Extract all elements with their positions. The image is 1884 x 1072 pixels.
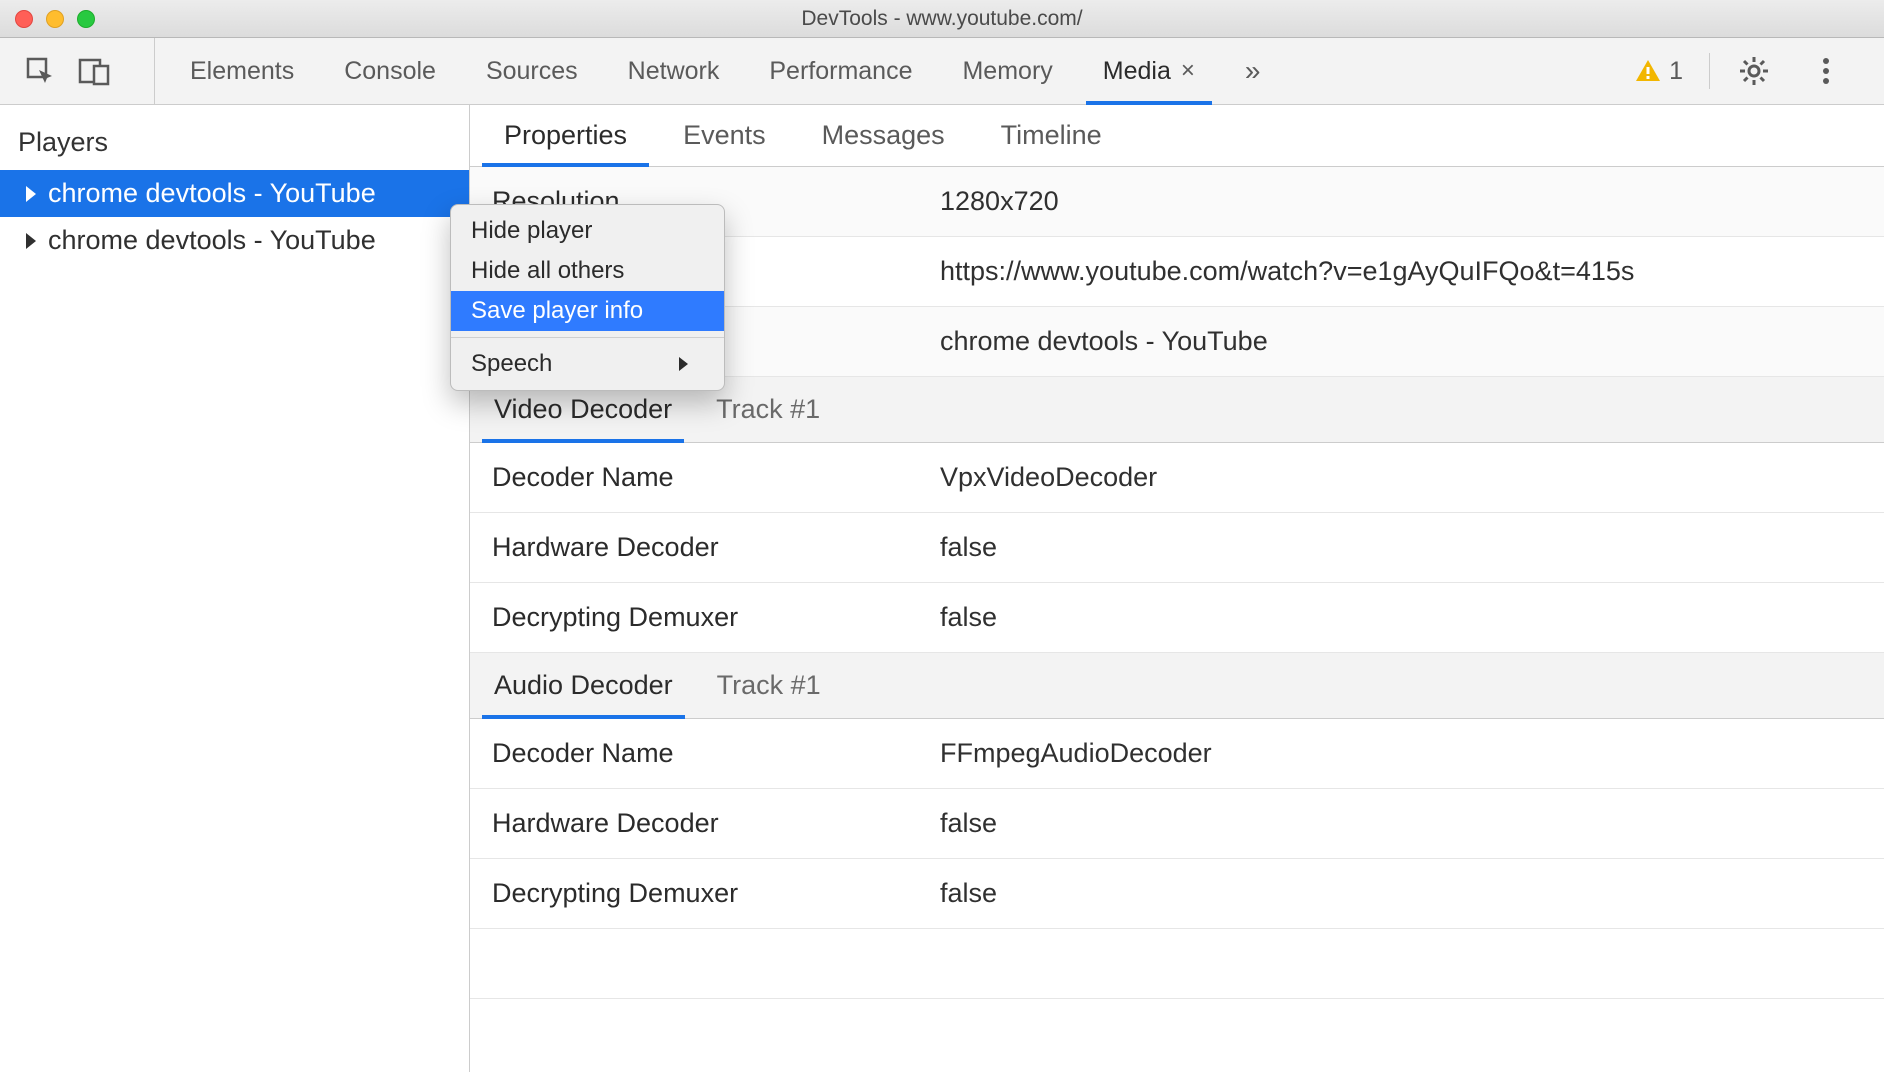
tab-label: Media [1103,57,1171,86]
gear-icon [1739,56,1769,86]
kebab-icon [1823,58,1829,84]
subtab-label: Messages [822,120,945,151]
tab-label: Performance [769,57,912,86]
window-zoom-button[interactable] [77,10,95,28]
media-subtabs: Properties Events Messages Timeline [470,105,1884,167]
context-menu-label: Hide player [471,217,592,245]
property-key: Decoder Name [470,738,940,769]
tab-label: Network [628,57,720,86]
property-value: false [940,808,1884,839]
tab-label: Sources [486,57,578,86]
context-menu: Hide player Hide all others Save player … [450,204,725,391]
property-row: Decoder Name FFmpegAudioDecoder [470,719,1884,789]
tab-label: Memory [962,57,1052,86]
warning-icon [1635,58,1661,84]
property-key: Decrypting Demuxer [470,878,940,909]
context-menu-speech[interactable]: Speech [451,344,724,384]
tab-memory[interactable]: Memory [937,38,1077,104]
property-value: chrome devtools - YouTube [940,326,1884,357]
property-row: Decrypting Demuxer false [470,859,1884,929]
property-value: false [940,878,1884,909]
subtab-label: Timeline [1001,120,1102,151]
window-controls [15,10,95,28]
context-menu-label: Hide all others [471,257,624,285]
settings-button[interactable] [1736,53,1772,89]
subtab-messages[interactable]: Messages [794,105,973,166]
property-value: https://www.youtube.com/watch?v=e1gAyQuI… [940,256,1884,287]
tab-elements[interactable]: Elements [165,38,319,104]
subtab-properties[interactable]: Properties [476,105,655,166]
toolbar-right-group: 1 [1635,53,1884,89]
property-key: Hardware Decoder [470,532,940,563]
property-row: Hardware Decoder false [470,513,1884,583]
section-audio-decoder: Audio Decoder Track #1 [470,653,1884,719]
more-options-button[interactable] [1808,53,1844,89]
subtab-label: Events [683,120,766,151]
window-minimize-button[interactable] [46,10,64,28]
section-track: Track #1 [717,670,821,701]
context-menu-separator [451,337,724,338]
tab-label: Console [344,57,436,86]
device-toolbar-icon[interactable] [76,53,112,89]
panel-tabs: Elements Console Sources Network Perform… [165,38,1283,104]
context-menu-hide-player[interactable]: Hide player [451,211,724,251]
player-item[interactable]: chrome devtools - YouTube [0,217,469,264]
property-value: false [940,602,1884,633]
subtab-label: Properties [504,120,627,151]
chevron-double-right-icon: » [1245,55,1259,87]
subtab-events[interactable]: Events [655,105,794,166]
more-tabs-button[interactable]: » [1220,38,1284,104]
property-value: 1280x720 [940,186,1884,217]
tab-performance[interactable]: Performance [744,38,937,104]
warning-count: 1 [1669,57,1683,86]
tab-media[interactable]: Media × [1078,38,1220,104]
player-item-label: chrome devtools - YouTube [48,225,376,256]
toolbar-left-group [0,38,155,104]
tab-sources[interactable]: Sources [461,38,603,104]
subtab-timeline[interactable]: Timeline [973,105,1130,166]
property-row: Decoder Name VpxVideoDecoder [470,443,1884,513]
property-key: Decoder Name [470,462,940,493]
property-value: FFmpegAudioDecoder [940,738,1884,769]
section-title[interactable]: Audio Decoder [478,653,689,718]
property-row: Decrypting Demuxer false [470,583,1884,653]
separator [1709,53,1710,89]
close-tab-icon[interactable]: × [1181,57,1195,85]
tab-network[interactable]: Network [603,38,745,104]
window-close-button[interactable] [15,10,33,28]
context-menu-hide-all-others[interactable]: Hide all others [451,251,724,291]
context-menu-save-player-info[interactable]: Save player info [451,291,724,331]
disclosure-triangle-icon [26,233,36,249]
players-sidebar: Players chrome devtools - YouTube chrome… [0,105,470,1072]
tab-console[interactable]: Console [319,38,461,104]
devtools-toolbar: Elements Console Sources Network Perform… [0,38,1884,105]
player-item[interactable]: chrome devtools - YouTube [0,170,469,217]
section-track: Track #1 [716,394,820,425]
chevron-right-icon [679,357,688,371]
inspect-element-icon[interactable] [22,53,58,89]
property-key: Decrypting Demuxer [470,602,940,633]
property-value: false [940,532,1884,563]
tab-label: Elements [190,57,294,86]
window-titlebar: DevTools - www.youtube.com/ [0,0,1884,38]
property-row-empty [470,929,1884,999]
player-item-label: chrome devtools - YouTube [48,178,376,209]
warning-badge[interactable]: 1 [1635,57,1683,86]
context-menu-label: Save player info [471,297,643,325]
property-row: Hardware Decoder false [470,789,1884,859]
window-title: DevTools - www.youtube.com/ [0,7,1884,31]
property-value: VpxVideoDecoder [940,462,1884,493]
panel-body: Players chrome devtools - YouTube chrome… [0,105,1884,1072]
context-menu-label: Speech [471,350,552,378]
sidebar-header: Players [0,105,469,170]
disclosure-triangle-icon [26,186,36,202]
property-key: Hardware Decoder [470,808,940,839]
